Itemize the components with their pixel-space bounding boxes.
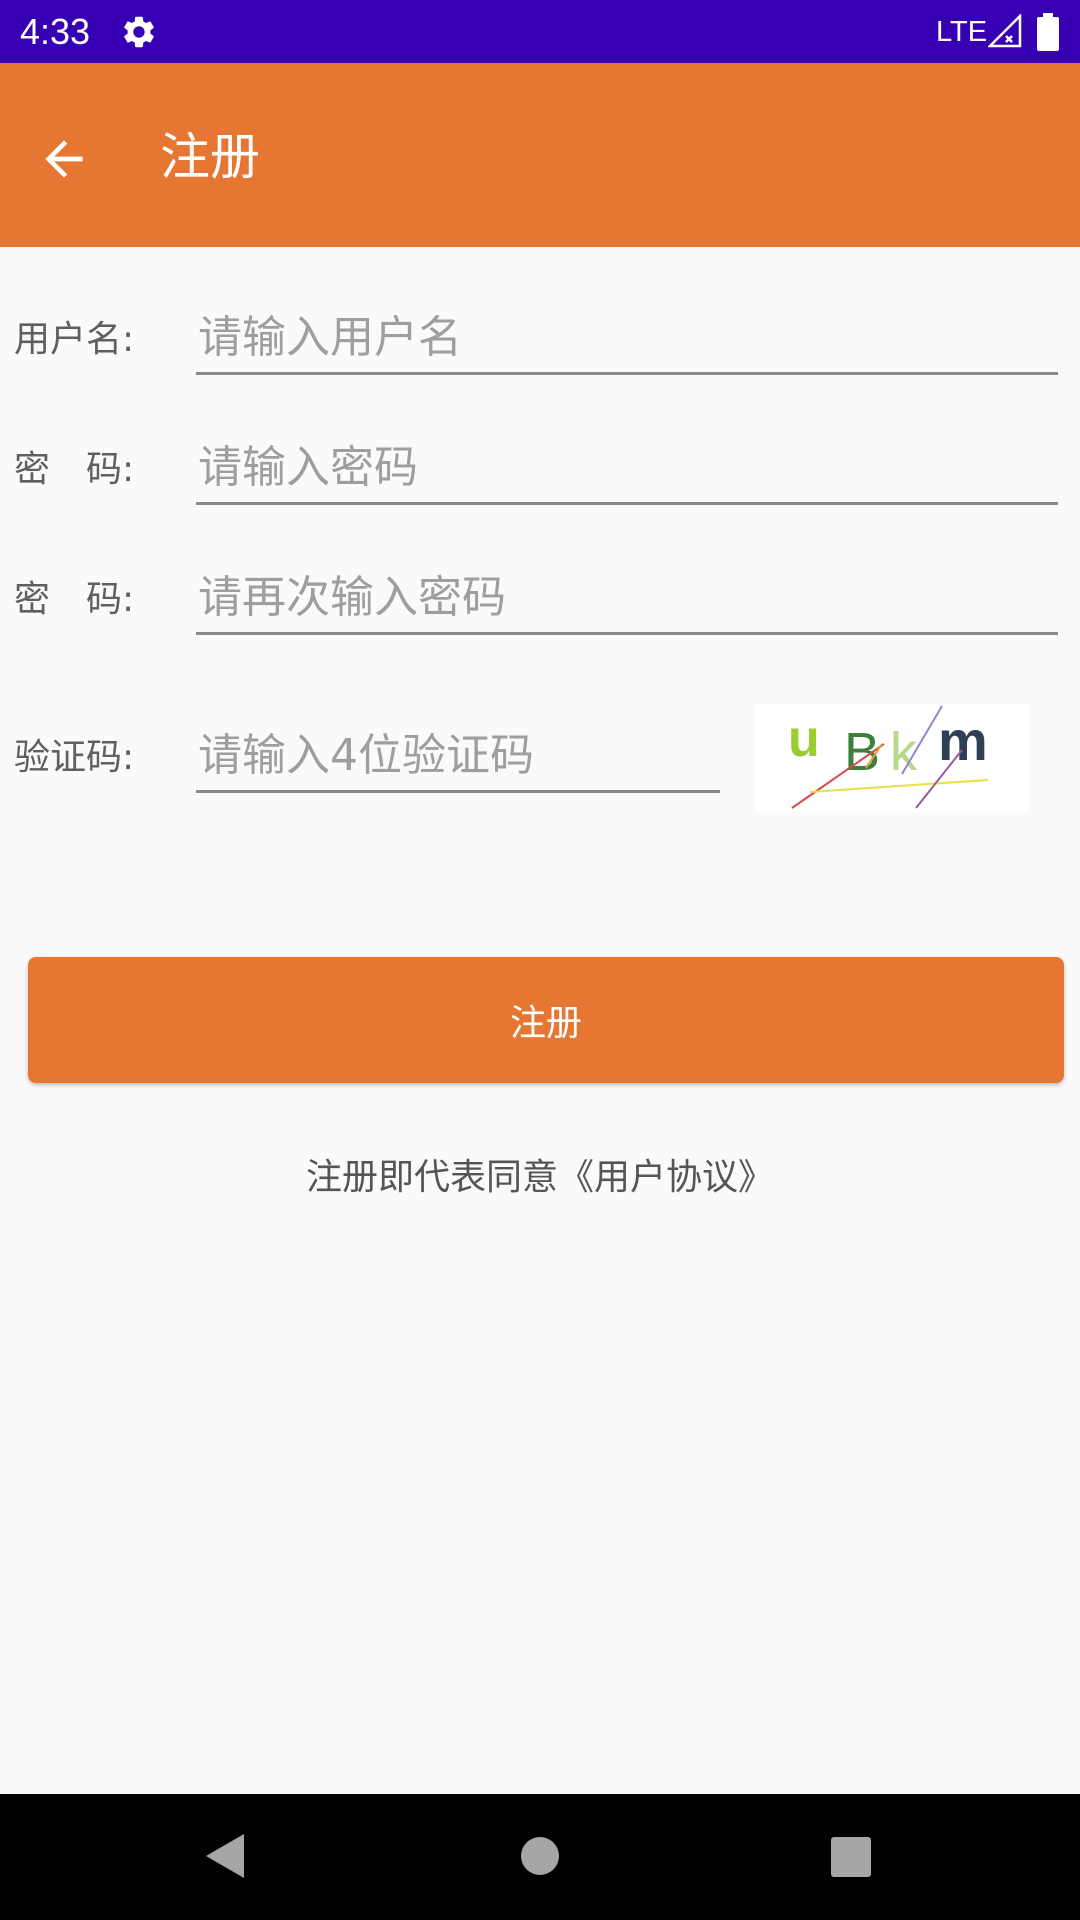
confirm-password-input[interactable] — [196, 562, 1058, 635]
user-agreement-link[interactable]: 注册即代表同意《用户协议》 — [0, 1152, 1080, 1204]
password-label: 密 码: — [14, 449, 135, 490]
register-button[interactable]: 注册 — [28, 957, 1064, 1083]
nav-bar — [0, 1794, 1080, 1920]
password-input[interactable] — [196, 432, 1058, 505]
username-label: 用户名: — [14, 319, 135, 360]
confirm-password-label: 密 码: — [14, 579, 135, 620]
arrow-left-icon — [45, 140, 83, 178]
username-input[interactable] — [196, 302, 1058, 375]
page-title: 注册 — [160, 128, 260, 186]
captcha-image[interactable]: u B k m — [756, 704, 1028, 812]
home-circle-icon[interactable] — [518, 1834, 562, 1878]
signal-icon — [988, 14, 1022, 48]
back-button[interactable] — [24, 119, 104, 199]
captcha-input[interactable] — [196, 720, 720, 793]
status-bar: 4:33 LTE — [0, 0, 1080, 63]
svg-text:m: m — [938, 709, 988, 772]
captcha-label: 验证码: — [14, 737, 135, 778]
network-type: LTE — [936, 16, 988, 48]
gear-icon — [124, 16, 154, 48]
back-triangle-icon[interactable] — [200, 1830, 248, 1882]
battery-icon — [1037, 13, 1059, 51]
app-bar: 注册 — [0, 63, 1080, 247]
svg-text:B: B — [844, 722, 880, 782]
svg-text:u: u — [788, 710, 820, 768]
status-time: 4:33 — [20, 11, 91, 52]
recents-square-icon[interactable] — [830, 1836, 872, 1878]
